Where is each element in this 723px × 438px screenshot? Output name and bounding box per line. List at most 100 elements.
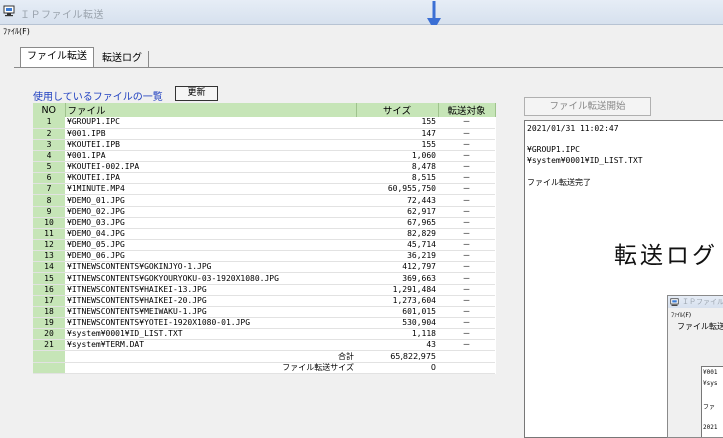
row-transfer-target: － bbox=[438, 150, 495, 163]
column-header-size[interactable]: サイズ bbox=[356, 103, 439, 117]
transfer-size-value: 0 bbox=[356, 361, 438, 374]
row-transfer-target: － bbox=[438, 239, 495, 252]
row-file-size: 82,829 bbox=[356, 228, 438, 241]
table-row[interactable]: 6 ¥KOUTEI.IPA 8,515 － bbox=[33, 172, 495, 185]
table-row[interactable]: 8 ¥DEMO_01.JPG 72,443 － bbox=[33, 194, 495, 207]
nested-tab-file-transfer: ファイル転送 bbox=[677, 322, 723, 331]
row-number: 11 bbox=[33, 228, 65, 241]
log-line: ¥GROUP1.IPC bbox=[527, 145, 580, 154]
transfer-size-label: ファイル転送サイズ bbox=[65, 361, 356, 374]
nested-log-output: ¥001 ¥sys ファ 2021 bbox=[701, 366, 723, 437]
row-transfer-target: － bbox=[438, 206, 495, 218]
row-transfer-target: － bbox=[438, 228, 495, 241]
row-file-size: 8,515 bbox=[356, 172, 438, 185]
row-transfer-target: － bbox=[438, 117, 495, 129]
file-table: NO ファイル サイズ 転送対象 1 ¥GROUP1.IPC 155 － 2 ¥001.I… bbox=[33, 103, 496, 374]
row-transfer-target: － bbox=[438, 172, 495, 185]
row-number: 12 bbox=[33, 239, 65, 252]
table-row[interactable]: 2 ¥001.IPB 147 － bbox=[33, 128, 495, 140]
start-transfer-button[interactable]: ファイル転送開始 bbox=[524, 97, 651, 116]
table-row[interactable]: 14 ¥ITNEWSCONTENTS¥GOKINJYO-1.JPG 412,797 － bbox=[33, 261, 495, 274]
nested-window-preview: ＩＰファイル転送 ﾌｧｲﾙ(F) ファイル転送 ¥001 ¥sys ファ 2021 bbox=[667, 295, 723, 438]
row-file-path: ¥KOUTEI.IPB bbox=[65, 139, 356, 151]
row-transfer-target: － bbox=[438, 317, 495, 330]
row-file-path: ¥KOUTEI.IPA bbox=[65, 172, 356, 185]
tab-file-transfer[interactable]: ファイル転送 bbox=[20, 47, 94, 68]
title-bar: ＩＰファイル転送 bbox=[0, 0, 723, 30]
row-file-size: 8,478 bbox=[356, 161, 438, 174]
table-row[interactable]: 1 ¥GROUP1.IPC 155 － bbox=[33, 117, 495, 129]
row-file-path: ¥DEMO_04.JPG bbox=[65, 228, 356, 241]
row-number: 13 bbox=[33, 250, 65, 263]
row-transfer-target: － bbox=[438, 284, 495, 296]
row-number: 7 bbox=[33, 183, 65, 196]
log-line: 2021/01/31 11:02:47 bbox=[527, 124, 619, 133]
row-file-size: 1,060 bbox=[356, 150, 438, 163]
row-number: 20 bbox=[33, 328, 65, 341]
table-row[interactable]: 18 ¥ITNEWSCONTENTS¥MEIWAKU-1.JPG 601,015 － bbox=[33, 306, 495, 319]
row-file-path: ¥ITNEWSCONTENTS¥GOKINJYO-1.JPG bbox=[65, 261, 356, 274]
column-header-target[interactable]: 転送対象 bbox=[438, 103, 496, 117]
table-row[interactable]: 15 ¥ITNEWSCONTENTS¥GOKYOURYOKU-03-1920X10… bbox=[33, 272, 495, 285]
row-transfer-target: － bbox=[438, 272, 495, 285]
nested-title-bar: ＩＰファイル転送 bbox=[668, 296, 723, 308]
row-file-size: 412,797 bbox=[356, 261, 438, 274]
row-file-size: 36,219 bbox=[356, 250, 438, 263]
table-row[interactable]: 12 ¥DEMO_05.JPG 45,714 － bbox=[33, 239, 495, 252]
menu-bar: ﾌｧｲﾙ(F) bbox=[0, 25, 723, 38]
table-row[interactable]: 9 ¥DEMO_02.JPG 62,917 － bbox=[33, 206, 495, 218]
row-number: 6 bbox=[33, 172, 65, 185]
transfer-size-row: ファイル転送サイズ 0 bbox=[33, 361, 495, 374]
table-row[interactable]: 17 ¥ITNEWSCONTENTS¥HAIKEI-20.JPG 1,273,604… bbox=[33, 295, 495, 307]
table-row[interactable]: 3 ¥KOUTEI.IPB 155 － bbox=[33, 139, 495, 151]
table-row[interactable]: 10 ¥DEMO_03.JPG 67,965 － bbox=[33, 217, 495, 229]
refresh-button[interactable]: 更新 bbox=[175, 86, 218, 101]
row-file-size: 1,118 bbox=[356, 328, 438, 341]
overlay-caption: 転送ログ bbox=[614, 243, 718, 269]
total-label: 合計 bbox=[65, 350, 356, 363]
row-transfer-target: － bbox=[438, 295, 495, 307]
total-row: 合計 65,822,975 bbox=[33, 350, 495, 363]
row-file-size: 43 bbox=[356, 339, 438, 352]
row-file-size: 45,714 bbox=[356, 239, 438, 252]
row-number: 9 bbox=[33, 206, 65, 218]
row-file-path: ¥ITNEWSCONTENTS¥HAIKEI-13.JPG bbox=[65, 284, 356, 296]
row-file-path: ¥system¥TERM.DAT bbox=[65, 339, 356, 352]
menu-file[interactable]: ﾌｧｲﾙ(F) bbox=[3, 26, 30, 37]
table-row[interactable]: 21 ¥system¥TERM.DAT 43 － bbox=[33, 339, 495, 352]
row-file-path: ¥ITNEWSCONTENTS¥MEIWAKU-1.JPG bbox=[65, 306, 356, 319]
row-file-path: ¥DEMO_01.JPG bbox=[65, 194, 356, 207]
row-file-path: ¥GROUP1.IPC bbox=[65, 117, 356, 129]
row-transfer-target: － bbox=[438, 183, 495, 196]
tab-transfer-log[interactable]: 転送ログ bbox=[96, 51, 149, 67]
row-number: 2 bbox=[33, 128, 65, 140]
row-number: 10 bbox=[33, 217, 65, 229]
table-row[interactable]: 20 ¥system¥0001¥ID_LIST.TXT 1,118 － bbox=[33, 328, 495, 341]
row-file-path: ¥ITNEWSCONTENTS¥YOTEI-1920X1080-01.JPG bbox=[65, 317, 356, 330]
table-row[interactable]: 7 ¥1MINUTE.MP4 60,955,750 － bbox=[33, 183, 495, 196]
row-transfer-target: － bbox=[438, 328, 495, 341]
table-row[interactable]: 13 ¥DEMO_06.JPG 36,219 － bbox=[33, 250, 495, 263]
row-number: 15 bbox=[33, 272, 65, 285]
table-row[interactable]: 4 ¥001.IPA 1,060 － bbox=[33, 150, 495, 163]
row-transfer-target: － bbox=[438, 194, 495, 207]
file-list-heading: 使用しているファイルの一覧 bbox=[33, 92, 163, 103]
row-file-size: 67,965 bbox=[356, 217, 438, 229]
table-row[interactable]: 19 ¥ITNEWSCONTENTS¥YOTEI-1920X1080-01.JPG… bbox=[33, 317, 495, 330]
row-file-path: ¥ITNEWSCONTENTS¥GOKYOURYOKU-03-1920X1080… bbox=[65, 272, 356, 285]
row-transfer-target: － bbox=[438, 261, 495, 274]
table-row[interactable]: 16 ¥ITNEWSCONTENTS¥HAIKEI-13.JPG 1,291,484… bbox=[33, 284, 495, 296]
table-row[interactable]: 5 ¥KOUTEI-002.IPA 8,478 － bbox=[33, 161, 495, 174]
table-row[interactable]: 11 ¥DEMO_04.JPG 82,829 － bbox=[33, 228, 495, 241]
row-number: 1 bbox=[33, 117, 65, 129]
column-header-file[interactable]: ファイル bbox=[65, 103, 357, 117]
row-file-path: ¥1MINUTE.MP4 bbox=[65, 183, 356, 196]
nested-log-line: ¥001 bbox=[703, 369, 718, 376]
row-file-size: 62,917 bbox=[356, 206, 438, 218]
nested-window-title: ＩＰファイル転送 bbox=[682, 298, 723, 306]
row-file-size: 530,904 bbox=[356, 317, 438, 330]
row-transfer-target: － bbox=[438, 217, 495, 229]
row-file-size: 155 bbox=[356, 117, 438, 129]
row-number: 14 bbox=[33, 261, 65, 274]
column-header-no[interactable]: NO bbox=[33, 103, 66, 117]
